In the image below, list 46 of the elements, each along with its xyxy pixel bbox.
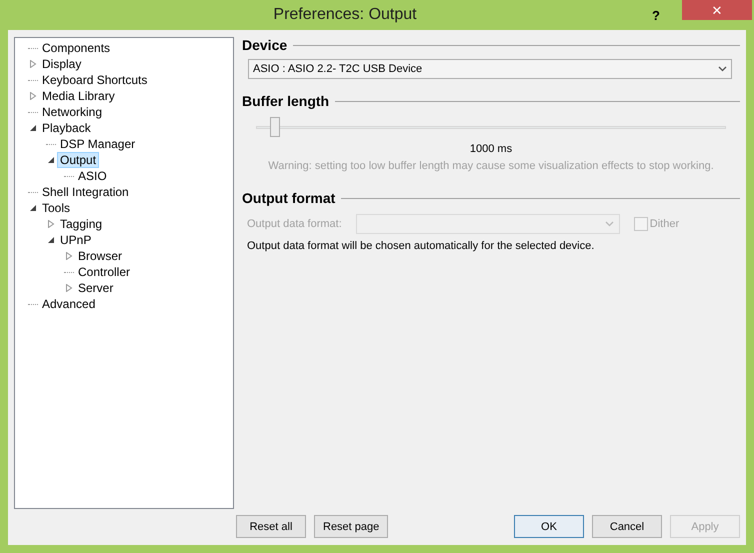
dialog-button[interactable]: Cancel [592,515,662,538]
buffer-reading: 1000 ms [468,143,514,155]
dialog-button[interactable]: OK [514,515,584,538]
info-text: Output data format will be chosen automatically for the selected device. [247,240,596,252]
tree-item[interactable]: Keyboard Shortcuts [39,72,150,88]
dialog-button[interactable]: Reset page [314,515,388,538]
dialog-button[interactable]: Reset all [236,515,306,538]
device-dropdown[interactable]: ASIO : ASIO 2.2- T2C USB Device [248,59,732,79]
expanded-arrow-icon[interactable] [29,204,37,212]
tree-item[interactable]: Server [75,280,116,296]
chevron-down-icon [718,66,727,72]
section-heading: Output format [242,190,336,206]
tree-item[interactable]: Tagging [57,216,106,232]
slider-thumb[interactable] [270,117,280,137]
help-button[interactable]: ? [642,8,670,22]
tree-item[interactable]: Tools [39,200,74,216]
tree-item[interactable]: Controller [75,264,134,280]
tree-item[interactable]: Advanced [39,296,98,312]
warning-text: Warning: setting too low buffer length may cause some visualization effects to stop working. [267,160,715,172]
section-heading: Device [242,37,288,53]
tree-item[interactable]: Browser [75,248,126,264]
expanded-arrow-icon[interactable] [47,156,55,164]
collapsed-arrow-icon[interactable] [65,284,73,292]
section-heading: Buffer length [242,93,330,109]
window-title: Preferences: Output [272,6,418,24]
tree-item[interactable]: DSP Manager [57,136,138,152]
field-label: Output data format: [247,218,342,230]
close-button[interactable]: ✕ [682,0,752,20]
expanded-arrow-icon[interactable] [47,236,55,244]
collapsed-arrow-icon[interactable] [47,220,55,228]
chevron-down-icon [604,221,614,227]
tree-item[interactable]: Display [39,56,84,72]
tree-item[interactable]: Shell Integration [39,184,132,200]
buffer-slider[interactable] [256,117,726,139]
tree-item[interactable]: Output [57,152,100,168]
collapsed-arrow-icon[interactable] [29,60,37,68]
tree-item[interactable]: Networking [39,104,106,120]
tree-item[interactable]: ASIO [75,168,110,184]
tree-item[interactable]: UPnP [57,232,94,248]
collapsed-arrow-icon[interactable] [65,252,73,260]
checkbox-label: Dither [650,218,680,230]
tree-item[interactable]: Media Library [39,88,118,104]
tree-item[interactable]: Playback [39,120,94,136]
collapsed-arrow-icon[interactable] [29,92,37,100]
tree-item[interactable]: Components [39,40,114,56]
expanded-arrow-icon[interactable] [29,124,37,132]
